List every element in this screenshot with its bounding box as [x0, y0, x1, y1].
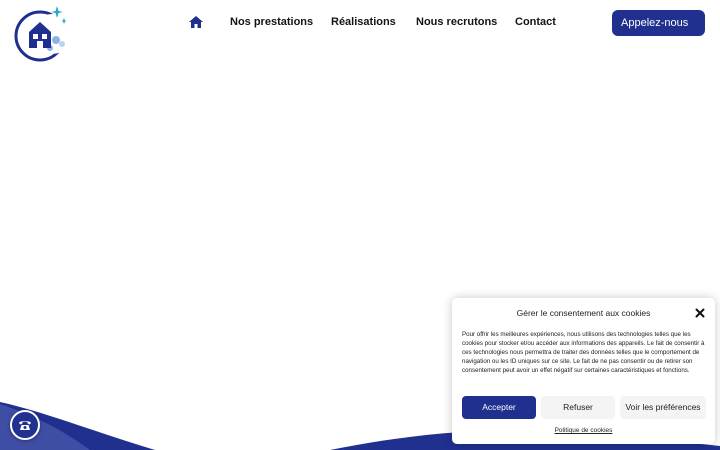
accept-button[interactable]: Accepter: [462, 396, 536, 419]
nav-item-prestations[interactable]: Nos prestations: [230, 14, 313, 30]
close-icon[interactable]: [695, 308, 705, 318]
cookie-consent-panel: Gérer le consentement aux cookies Pour o…: [452, 298, 715, 444]
cookie-policy-link[interactable]: Politique de cookies: [452, 427, 715, 434]
logo-icon[interactable]: [12, 4, 70, 62]
site-header: Nos prestations Réalisations Nous recrut…: [0, 0, 720, 64]
preferences-button[interactable]: Voir les préférences: [620, 396, 706, 419]
refuse-button[interactable]: Refuser: [541, 396, 615, 419]
call-button[interactable]: Appelez-nous: [612, 10, 705, 36]
home-icon[interactable]: [188, 14, 204, 30]
nav-item-recrutons[interactable]: Nous recrutons: [416, 14, 497, 30]
phone-icon: [19, 421, 31, 430]
cookie-description: Pour offrir les meilleures expériences, …: [462, 331, 705, 375]
nav-item-contact[interactable]: Contact: [515, 14, 556, 30]
cookie-title: Gérer le consentement aux cookies: [516, 308, 651, 318]
phone-button[interactable]: [10, 410, 40, 440]
nav-item-realisations[interactable]: Réalisations: [331, 14, 396, 30]
